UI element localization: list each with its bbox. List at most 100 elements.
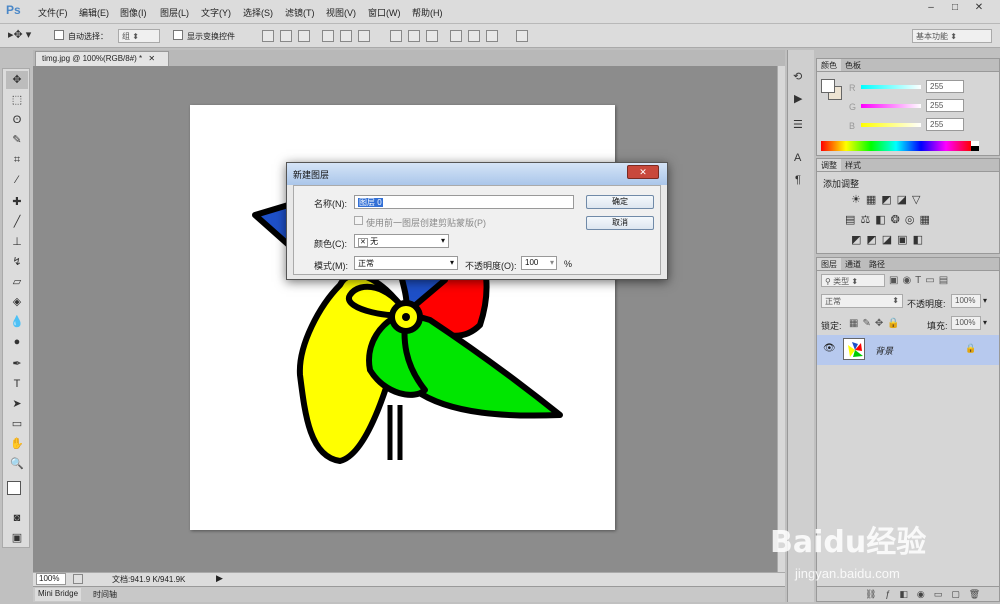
adjustment-icons-row-1[interactable]: ☀▦◩◪▽ (851, 193, 926, 206)
tab-swatches[interactable]: 色板 (841, 59, 865, 71)
lock-icons[interactable]: ▦✎✥🔒 (849, 318, 904, 329)
menu-edit[interactable]: 编辑(E) (79, 6, 109, 19)
blur-tool-icon[interactable]: 💧 (6, 313, 28, 331)
blend-mode-dropdown[interactable]: 正常 ⬍ (821, 294, 903, 308)
eraser-tool-icon[interactable]: ▱ (6, 273, 28, 291)
g-input[interactable]: 255 (926, 99, 964, 112)
clone-stamp-tool-icon[interactable]: ⊥ (6, 233, 28, 251)
color-dropdown[interactable]: ✕ 无 ▾ (354, 234, 449, 248)
paragraph-icon[interactable]: ¶ (795, 174, 801, 186)
menu-file[interactable]: 文件(F) (38, 6, 68, 19)
marquee-tool-icon[interactable]: ⬚ (6, 91, 28, 109)
document-tab[interactable]: timg.jpg @ 100%(RGB/8#) * ✕ (35, 51, 169, 66)
align-bottom-icon[interactable] (298, 30, 310, 42)
menu-type[interactable]: 文字(Y) (201, 6, 231, 19)
eyedropper-tool-icon[interactable]: ⁄ (6, 171, 28, 189)
auto-align-icon[interactable] (516, 30, 528, 42)
tab-paths[interactable]: 路径 (865, 258, 889, 270)
quick-mask-icon[interactable]: ◙ (6, 509, 28, 527)
cancel-button[interactable]: 取消 (586, 216, 654, 230)
move-tool-preset-icon[interactable]: ▸✥ ▾ (8, 28, 44, 44)
distribute-bottom-icon[interactable] (426, 30, 438, 42)
crop-tool-icon[interactable]: ⌗ (6, 151, 28, 169)
tab-timeline[interactable]: 时间轴 (90, 588, 120, 601)
distribute-hcenter-icon[interactable] (468, 30, 480, 42)
distribute-vcenter-icon[interactable] (408, 30, 420, 42)
align-vcenter-icon[interactable] (280, 30, 292, 42)
history-icon[interactable]: ⟲ (793, 70, 802, 83)
character-icon[interactable]: A (794, 152, 801, 164)
align-top-icon[interactable] (262, 30, 274, 42)
mode-dropdown[interactable]: 正常 ▾ (354, 256, 458, 270)
screen-mode-icon[interactable]: ▣ (6, 529, 28, 547)
visibility-eye-icon[interactable]: 👁 (823, 343, 836, 354)
fill-arrow-icon[interactable]: ▾ (983, 318, 987, 327)
align-right-icon[interactable] (358, 30, 370, 42)
g-slider[interactable] (861, 104, 921, 108)
layer-name-input[interactable]: 图层 0 (354, 195, 574, 209)
tab-mini-bridge[interactable]: Mini Bridge (35, 588, 82, 601)
show-transform-checkbox[interactable] (173, 30, 183, 40)
menu-select[interactable]: 选择(S) (243, 6, 273, 19)
distribute-top-icon[interactable] (390, 30, 402, 42)
opacity-slider-arrow-icon[interactable]: ▾ (550, 258, 554, 267)
foreground-color-swatch[interactable] (7, 481, 21, 495)
tab-channels[interactable]: 通道 (841, 258, 865, 270)
close-window-button[interactable]: ✕ (968, 0, 990, 16)
status-menu-icon[interactable] (73, 574, 83, 584)
align-hcenter-icon[interactable] (340, 30, 352, 42)
adjustment-icons-row-3[interactable]: ◩◩◪▣◧ (851, 233, 928, 246)
layer-actions-bar[interactable]: ⛓ƒ◧◉▭▢🗑 (817, 586, 999, 601)
adjustment-icons-row-2[interactable]: ▤⚖◧❂◎▦ (845, 213, 935, 226)
menu-layer[interactable]: 图层(L) (160, 6, 189, 19)
tab-adjustments[interactable]: 调整 (817, 159, 841, 171)
opacity-input[interactable]: 100 ▾ (521, 256, 557, 270)
close-tab-icon[interactable]: ✕ (148, 54, 155, 63)
r-slider[interactable] (861, 85, 921, 89)
shape-tool-icon[interactable]: ▭ (6, 415, 28, 433)
layers-opacity-input[interactable]: 100% (951, 294, 981, 308)
path-select-tool-icon[interactable]: ➤ (6, 395, 28, 413)
distribute-left-icon[interactable] (450, 30, 462, 42)
layers-opacity-arrow-icon[interactable]: ▾ (983, 296, 987, 305)
menu-image[interactable]: 图像(I) (120, 6, 147, 19)
dialog-close-button[interactable]: ✕ (627, 165, 659, 179)
ok-button[interactable]: 确定 (586, 195, 654, 209)
hand-tool-icon[interactable]: ✋ (6, 435, 28, 453)
menu-help[interactable]: 帮助(H) (412, 6, 443, 19)
layer-row-background[interactable]: 👁 背景 🔒 (817, 335, 999, 365)
zoom-field[interactable]: 100% (36, 573, 66, 585)
move-tool-icon[interactable]: ✥ (6, 71, 28, 89)
lasso-tool-icon[interactable]: ʘ (6, 111, 28, 129)
vertical-scrollbar[interactable] (777, 66, 785, 572)
dodge-tool-icon[interactable]: ● (6, 333, 28, 351)
menu-view[interactable]: 视图(V) (326, 6, 356, 19)
distribute-right-icon[interactable] (486, 30, 498, 42)
tab-color[interactable]: 颜色 (817, 59, 841, 71)
type-tool-icon[interactable]: T (6, 375, 28, 393)
zoom-tool-icon[interactable]: 🔍 (6, 455, 28, 473)
layer-kind-filter[interactable]: ⚲ 类型 ⬍ (821, 274, 885, 287)
r-input[interactable]: 255 (926, 80, 964, 93)
layer-comps-icon[interactable]: ☰ (793, 118, 803, 131)
history-brush-tool-icon[interactable]: ↯ (6, 253, 28, 271)
b-input[interactable]: 255 (926, 118, 964, 131)
color-spectrum-bar[interactable] (821, 141, 971, 151)
menu-filter[interactable]: 滤镜(T) (285, 6, 315, 19)
paint-bucket-tool-icon[interactable]: ◈ (6, 293, 28, 311)
maximize-button[interactable]: □ (944, 0, 966, 16)
fill-input[interactable]: 100% (951, 316, 981, 330)
brush-tool-icon[interactable]: ╱ (6, 213, 28, 231)
healing-brush-tool-icon[interactable]: ✚ (6, 193, 28, 211)
status-arrow-icon[interactable]: ▶ (216, 573, 223, 584)
workspace-dropdown[interactable]: 基本功能 ⬍ (912, 29, 992, 43)
clip-mask-checkbox[interactable] (354, 216, 363, 225)
auto-select-dropdown[interactable]: 组 ⬍ (118, 29, 160, 43)
tab-styles[interactable]: 样式 (841, 159, 865, 171)
panel-foreground-swatch[interactable] (821, 79, 835, 93)
quick-select-tool-icon[interactable]: ✎ (6, 131, 28, 149)
menu-window[interactable]: 窗口(W) (368, 6, 401, 19)
auto-select-checkbox[interactable] (54, 30, 64, 40)
bw-ramp[interactable] (971, 141, 979, 151)
actions-play-icon[interactable]: ▶ (794, 92, 802, 105)
